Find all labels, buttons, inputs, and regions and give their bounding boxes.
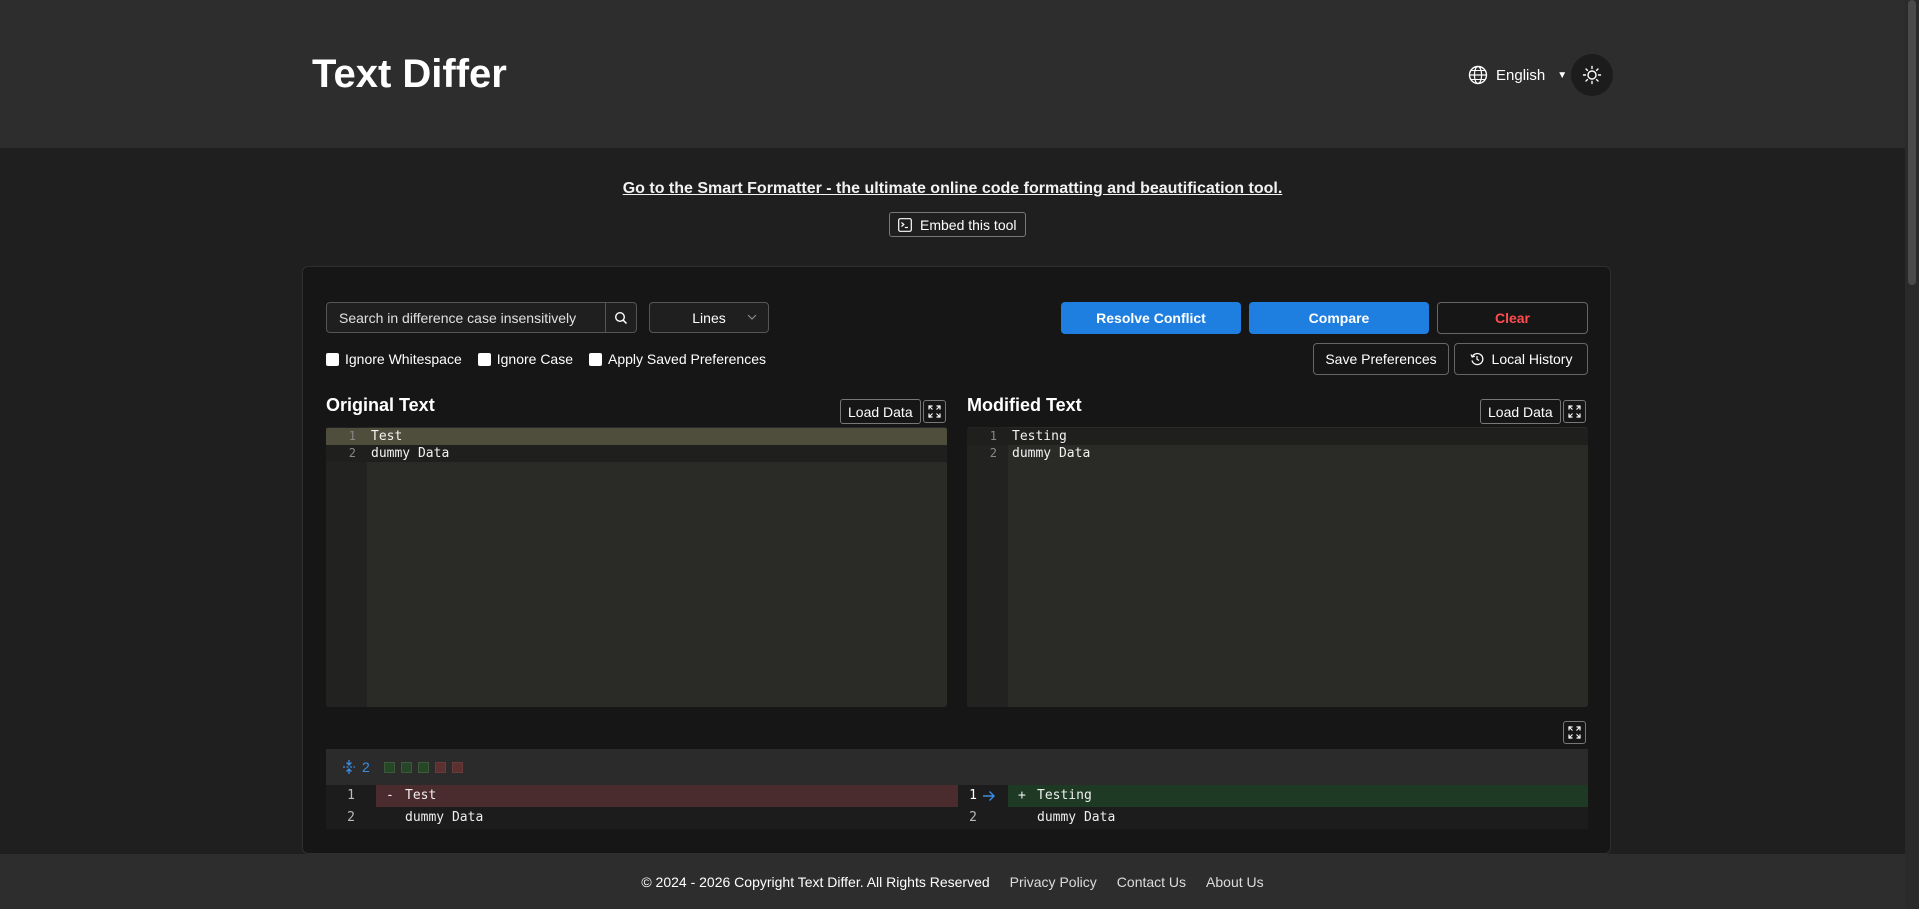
modified-expand-button[interactable] [1563,400,1586,423]
line-text: Testing [1012,429,1067,444]
diff-row-right: 1 + Testing [958,785,1588,807]
editor-line: 2 dummy Data [967,445,1588,462]
expand-icon [1568,405,1581,418]
app-title: Text Differ [312,52,507,96]
privacy-policy-link[interactable]: Privacy Policy [1010,874,1097,890]
embed-tool-button[interactable]: Embed this tool [889,212,1026,237]
ignore-case-checkbox[interactable]: Ignore Case [477,351,574,367]
sun-icon [1582,65,1602,85]
page-scrollbar[interactable] [1905,0,1919,909]
diff-line-text: dummy Data [405,810,484,825]
checkbox-box[interactable] [326,352,339,366]
line-number: 1 [348,429,356,443]
ignore-whitespace-checkbox[interactable]: Ignore Whitespace [326,351,462,367]
embed-label: Embed this tool [920,216,1017,233]
change-marker [417,761,429,773]
original-load-data-button[interactable]: Load Data [840,399,921,424]
search-button[interactable] [605,303,636,332]
original-expand-button[interactable] [923,400,946,423]
search-icon [614,311,628,324]
added-line-highlight [1008,785,1588,807]
collapse-lines-icon[interactable] [342,759,356,775]
change-marker [434,761,446,773]
change-marker [383,761,395,773]
editor-line: 1 Testing [967,428,1588,445]
checkbox-box[interactable] [589,352,603,366]
terminal-icon [898,217,912,232]
diff-summary-bar: 2 [326,749,1588,785]
footer: © 2024 - 2026 Copyright Text Differ. All… [0,854,1905,909]
line-number: 2 [347,810,355,825]
change-count: 2 [362,759,370,775]
chevron-down-icon [747,314,757,320]
local-history-label: Local History [1491,351,1573,367]
original-text-editor[interactable]: 1 Test 2 dummy Data [326,427,947,707]
diff-line-text: Test [405,788,437,803]
line-number: 2 [969,810,977,825]
diff-marker: - [386,788,394,803]
save-preferences-label: Save Preferences [1325,351,1437,367]
line-text: dummy Data [371,446,450,461]
line-text: dummy Data [1012,446,1091,461]
checkbox-box[interactable] [477,352,491,366]
line-number: 1 [347,788,355,803]
history-icon [1469,352,1483,366]
contact-us-link[interactable]: Contact Us [1117,874,1186,890]
diff-expand-button[interactable] [1563,721,1586,744]
save-preferences-button[interactable]: Save Preferences [1313,343,1449,375]
caret-down-icon: ▼ [1557,69,1568,81]
line-number: 2 [348,446,356,460]
header: Text Differ English ▼ [0,0,1905,148]
resolve-conflict-button[interactable]: Resolve Conflict [1061,302,1241,334]
globe-icon [1468,65,1488,85]
expand-icon [1568,726,1581,739]
change-marker [400,761,412,773]
editor-line: 1 Test [326,428,947,445]
language-select[interactable]: English ▼ [1468,60,1567,90]
expand-icon [928,405,941,418]
checkbox-label: Ignore Case [496,351,574,367]
modified-text-editor[interactable]: 1 Testing 2 dummy Data [967,427,1588,707]
modified-text-title: Modified Text [967,395,1082,415]
diff-mode-select[interactable]: Lines [649,302,769,333]
diff-row-left: 1 - Test [326,785,958,807]
diff-mode-value: Lines [692,309,726,326]
diff-row-right: 2 dummy Data [958,807,1588,829]
copyright-text: © 2024 - 2026 Copyright Text Differ. All… [641,873,990,890]
language-label: English [1496,66,1546,84]
local-history-button[interactable]: Local History [1454,343,1588,375]
arrow-right-icon[interactable] [982,790,996,802]
line-text: Test [371,429,403,444]
about-us-link[interactable]: About Us [1206,874,1264,890]
clear-button[interactable]: Clear [1437,302,1588,334]
checkbox-label: Apply Saved Preferences [608,351,766,367]
original-text-title: Original Text [326,395,435,415]
smart-formatter-link[interactable]: Go to the Smart Formatter - the ultimate… [0,180,1905,198]
line-number: 2 [989,446,997,460]
line-gutter [967,427,1008,707]
compare-button[interactable]: Compare [1249,302,1429,334]
deleted-line-highlight [376,785,958,807]
search-input[interactable] [327,303,605,332]
scrollbar-thumb[interactable] [1908,0,1916,285]
search-box [326,302,637,333]
modified-load-data-button[interactable]: Load Data [1480,399,1561,424]
editor-line: 2 dummy Data [326,445,947,462]
line-gutter [326,427,367,707]
checkbox-label: Ignore Whitespace [345,351,462,367]
line-number: 1 [989,429,997,443]
diff-marker: + [1018,788,1026,803]
diff-row-left: 2 dummy Data [326,807,958,829]
diff-line-text: Testing [1037,788,1092,803]
diff-result: 1 - Test 1 + Testing 2 dummy Data 2 dumm… [326,785,1588,829]
options-checkboxes: Ignore Whitespace Ignore Case Apply Save… [326,351,766,367]
change-marker [451,761,463,773]
theme-toggle-button[interactable] [1571,54,1613,96]
diff-line-text: dummy Data [1037,810,1116,825]
apply-saved-preferences-checkbox[interactable]: Apply Saved Preferences [589,351,766,367]
